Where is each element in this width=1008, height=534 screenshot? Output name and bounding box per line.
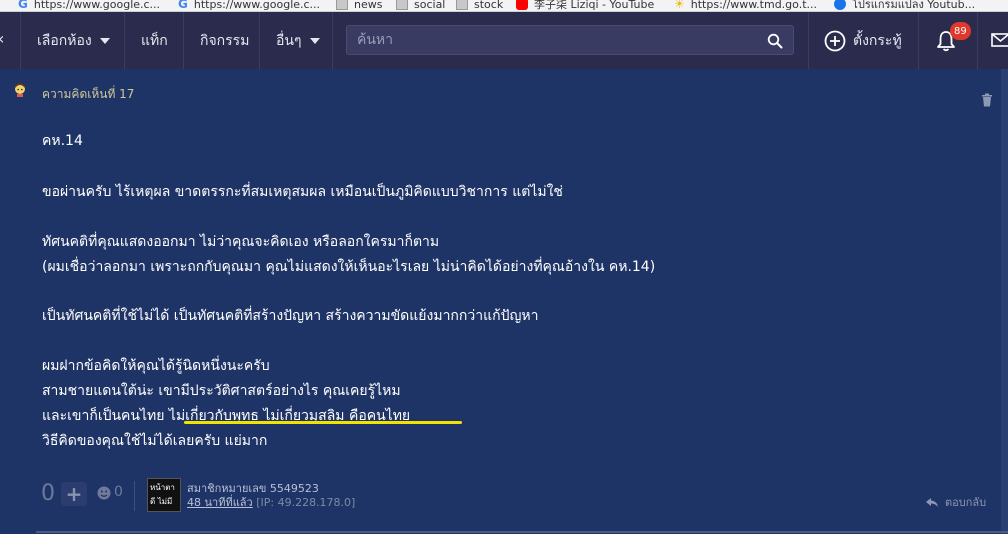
bookmark-label: 李子柒 Liziqi - YouTube xyxy=(534,0,655,11)
tag-label: แท็ก xyxy=(141,32,168,49)
nav-divider xyxy=(183,12,184,69)
folder-icon xyxy=(336,0,348,10)
emoji-reaction-icon[interactable] xyxy=(97,486,111,500)
bookmark-news[interactable]: news xyxy=(336,0,383,11)
sun-icon: ☀ xyxy=(674,0,685,11)
chevron-down-icon xyxy=(99,37,110,44)
rooms-label: เลือกห้อง xyxy=(37,32,92,49)
bookmark-label: news xyxy=(354,0,383,11)
nav-divider xyxy=(808,12,809,69)
new-topic-button[interactable]: ตั้งกระทู้ xyxy=(853,12,902,69)
bookmark-label: https://www.tmd.go.t... xyxy=(690,0,817,11)
mail-icon[interactable] xyxy=(991,33,1008,47)
user-emoji-icon xyxy=(15,83,25,97)
bookmarks-bar: G https://www.google.c... G https://www.… xyxy=(0,0,1008,12)
post-line: วิธีคิดของคุณใช้ไม่ได้เลยครับ แย่มาก xyxy=(42,433,268,449)
bookmark-label: โปรแกรมแปลง Youtub... xyxy=(852,0,976,11)
bookmark-google-1[interactable]: G https://www.google.c... xyxy=(18,0,161,11)
nav-divider xyxy=(332,12,333,69)
post-line: คห.14 xyxy=(42,133,83,149)
app-icon xyxy=(834,0,846,10)
new-topic-label: ตั้งกระทู้ xyxy=(853,32,902,49)
reply-icon xyxy=(926,497,938,507)
folder-icon xyxy=(456,0,468,10)
plus-circle-icon[interactable] xyxy=(824,30,846,52)
bookmark-liziqi[interactable]: 李子柒 Liziqi - YouTube xyxy=(516,0,655,11)
activities-label: กิจกรรม xyxy=(200,32,250,49)
scrollbar[interactable] xyxy=(1001,69,1008,534)
rooms-menu[interactable]: เลือกห้อง xyxy=(37,12,110,69)
nav-divider xyxy=(20,12,21,69)
comment-card: ความคิดเห็นที่ 17 คห.14 ขอผ่านครับ ไร้เห… xyxy=(0,69,1008,534)
avatar[interactable]: หน้าตาดี ไม่มีแฟน xyxy=(147,478,181,512)
nav-divider xyxy=(259,12,260,69)
trash-icon[interactable] xyxy=(981,93,993,107)
ip-address: [IP: 49.228.178.0] xyxy=(256,496,356,509)
vote-plus-button[interactable]: + xyxy=(61,482,87,506)
bookmark-label: stock xyxy=(474,0,504,11)
bookmark-label: https://www.google.c... xyxy=(193,0,321,11)
folder-icon xyxy=(396,0,408,10)
plus-icon: + xyxy=(65,482,83,506)
youtube-icon xyxy=(516,0,528,10)
search-input[interactable] xyxy=(357,26,757,54)
vote-count: 0 xyxy=(41,481,55,506)
bookmark-label: https://www.google.c... xyxy=(33,0,161,11)
activities-menu[interactable]: กิจกรรม xyxy=(200,12,249,69)
post-line: สามชายแดนใต้น่ะ เขามีประวัติศาสตร์อย่างไ… xyxy=(42,383,401,399)
notification-badge: 89 xyxy=(950,22,971,40)
post-line: ผมฝากข้อคิดให้คุณได้รู้นิดหนึ่งนะครับ xyxy=(42,358,270,374)
highlight-underline xyxy=(184,421,462,424)
google-icon: G xyxy=(178,0,188,11)
reply-button[interactable]: ตอบกลับ xyxy=(925,493,986,511)
bookmark-tmd[interactable]: ☀ https://www.tmd.go.t... xyxy=(674,0,817,11)
post-time-link[interactable]: 48 นาทีที่แล้ว xyxy=(187,496,253,509)
post-line: เป็นทัศนคติที่ใช้ไม่ได้ เป็นทัศนคติที่สร… xyxy=(42,308,539,324)
bookmark-converter[interactable]: โปรแกรมแปลง Youtub... xyxy=(834,0,976,11)
bookmark-social[interactable]: social xyxy=(396,0,446,11)
footer-divider xyxy=(134,481,135,511)
post-meta: 48 นาทีที่แล้ว [IP: 49.228.178.0] xyxy=(187,493,355,511)
search-box xyxy=(346,25,794,55)
post-line: ขอผ่านครับ ไร้เหตุผล ขาดตรรกะที่สมเหตุสม… xyxy=(42,184,563,200)
post-line: (ผมเชื่อว่าลอกมา เพราะถกกับคุณมา คุณไม่แ… xyxy=(42,259,656,275)
reply-label: ตอบกลับ xyxy=(945,496,987,509)
nav-divider xyxy=(977,12,978,69)
top-navigation: ‹ เลือกห้อง แท็ก กิจกรรม อื่นๆ ตั้งกระทู… xyxy=(0,12,1008,69)
nav-divider xyxy=(124,12,125,69)
more-label: อื่นๆ xyxy=(276,32,302,49)
tag-menu[interactable]: แท็ก xyxy=(141,12,168,69)
comment-bottom-border xyxy=(36,531,1008,533)
chevron-down-icon xyxy=(309,37,320,44)
bookmark-stock[interactable]: stock xyxy=(456,0,504,11)
chevron-left-icon[interactable]: ‹ xyxy=(0,29,4,48)
more-menu[interactable]: อื่นๆ xyxy=(276,12,320,69)
emoji-count: 0 xyxy=(114,484,123,500)
nav-divider xyxy=(918,12,919,69)
post-line: ทัศนคติที่คุณแสดงออกมา ไม่ว่าคุณจะคิดเอง… xyxy=(42,234,440,250)
search-icon[interactable] xyxy=(767,33,783,49)
google-icon: G xyxy=(18,0,28,11)
comment-number: ความคิดเห็นที่ 17 xyxy=(42,87,135,101)
bookmark-label: social xyxy=(414,0,446,11)
bookmark-google-2[interactable]: G https://www.google.c... xyxy=(178,0,321,11)
